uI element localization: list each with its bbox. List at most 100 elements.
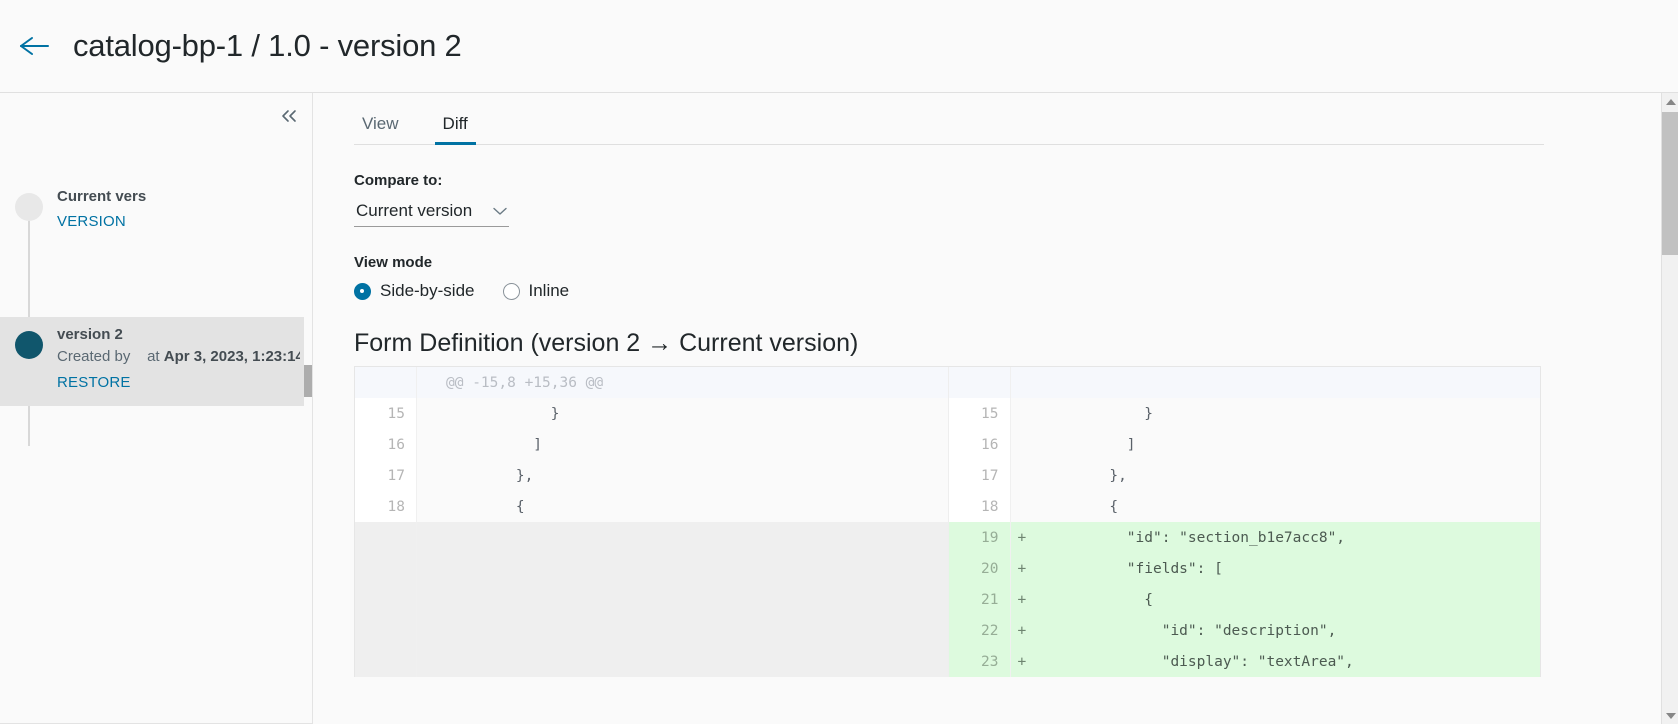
diff-side-right: 18 { bbox=[947, 491, 1540, 522]
diff-marker bbox=[417, 367, 442, 398]
created-date: Apr 3, 2023, 1:23:14 PM bbox=[163, 348, 300, 365]
page-body: Current vers VERSION version 2 Created b… bbox=[0, 92, 1678, 724]
sidebar-scrollbar[interactable] bbox=[304, 93, 312, 723]
page-title: catalog-bp-1 / 1.0 - version 2 bbox=[73, 28, 462, 63]
line-number: 19 bbox=[948, 522, 1011, 553]
radio-icon bbox=[502, 282, 520, 300]
view-mode-label: View mode bbox=[354, 254, 433, 271]
code-line: { bbox=[1039, 499, 1119, 515]
code-line: ] bbox=[446, 437, 543, 453]
diff-side-right: 19 + "id": "section_b1e7acc8", bbox=[947, 522, 1540, 553]
line-number: 17 bbox=[355, 460, 417, 491]
diff-row: 18 {18 { bbox=[355, 491, 1540, 522]
line-number bbox=[355, 615, 417, 646]
diff-side-left bbox=[355, 646, 948, 677]
line-number: 21 bbox=[948, 584, 1011, 615]
diff-side-right bbox=[947, 367, 1541, 398]
radio-label: Inline bbox=[528, 281, 570, 300]
diff-side-left: 17 }, bbox=[355, 460, 948, 491]
page-scrollbar[interactable] bbox=[1661, 93, 1678, 724]
diff-side-right: 23 + "display": "textArea", bbox=[947, 646, 1540, 677]
code-line: }, bbox=[446, 468, 534, 484]
line-number: 16 bbox=[355, 429, 417, 460]
compare-to-label: Compare to: bbox=[354, 172, 443, 189]
diff-marker bbox=[417, 522, 442, 553]
diff-side-left bbox=[355, 615, 948, 646]
diff-row: 15 } 15 } bbox=[355, 398, 1540, 429]
compare-to-select[interactable]: Current version bbox=[354, 198, 509, 227]
diff-row: @@ -15,8 +15,36 @@ bbox=[355, 367, 1540, 398]
diff-row: 17 }, 17 }, bbox=[355, 460, 1540, 491]
view-mode-radio-group: Side-by-side Inline bbox=[354, 281, 1678, 301]
code-line: { bbox=[1039, 592, 1153, 608]
line-number: 18 bbox=[948, 491, 1011, 522]
diff-row: 22 + "id": "description", bbox=[355, 615, 1540, 646]
diff-row: 21 + { bbox=[355, 584, 1540, 615]
line-number bbox=[355, 584, 417, 615]
code-line: "id": "section_b1e7acc8", bbox=[1039, 530, 1346, 546]
radio-inline[interactable]: Inline bbox=[502, 281, 570, 301]
diff-marker bbox=[417, 398, 442, 429]
diff-marker bbox=[417, 460, 442, 491]
compare-to-value: Current version bbox=[356, 201, 473, 220]
diff-marker bbox=[417, 429, 442, 460]
diff-marker bbox=[1011, 460, 1036, 491]
version-item-name: version 2 bbox=[57, 326, 123, 343]
line-number: 22 bbox=[948, 615, 1011, 646]
diff-marker: + bbox=[1017, 561, 1027, 577]
page-scrollbar-thumb[interactable] bbox=[1662, 112, 1678, 255]
line-number bbox=[355, 553, 417, 584]
version-item-version-2[interactable]: version 2 Created by at Apr 3, 2023, 1:2… bbox=[0, 317, 312, 406]
version-timeline: Current vers VERSION version 2 Created b… bbox=[0, 179, 312, 446]
line-number: 15 bbox=[948, 398, 1011, 429]
line-number bbox=[948, 367, 1011, 398]
page-header: catalog-bp-1 / 1.0 - version 2 bbox=[0, 0, 1678, 92]
line-number: 17 bbox=[948, 460, 1011, 491]
code-line: @@ -15,8 +15,36 @@ bbox=[446, 375, 604, 391]
code-line: "id": "description", bbox=[1039, 623, 1337, 639]
tab-view[interactable]: View bbox=[354, 114, 407, 144]
timeline-dot-icon bbox=[15, 331, 43, 359]
diff-row: 20 + "fields": [ bbox=[355, 553, 1540, 584]
code-line: { bbox=[446, 499, 525, 515]
line-number: 15 bbox=[355, 398, 417, 429]
restore-link[interactable]: RESTORE bbox=[57, 374, 131, 391]
diff-marker bbox=[417, 584, 442, 615]
diff-marker bbox=[417, 615, 442, 646]
tab-diff[interactable]: Diff bbox=[434, 114, 476, 145]
diff-marker: + bbox=[1017, 592, 1027, 608]
diff-side-right: 21 + { bbox=[947, 584, 1540, 615]
version-item-current[interactable]: Current vers VERSION bbox=[0, 179, 312, 245]
diff-marker: + bbox=[1017, 654, 1027, 670]
arrow-left-icon bbox=[20, 37, 49, 55]
diff-side-right: 15 } bbox=[947, 398, 1540, 429]
code-line: }, bbox=[1039, 468, 1127, 484]
line-number: 18 bbox=[355, 491, 417, 522]
version-link[interactable]: VERSION bbox=[57, 213, 126, 230]
diff-heading: Form Definition (version 2 → Current ver… bbox=[354, 329, 859, 357]
back-button[interactable] bbox=[14, 26, 54, 66]
radio-side-by-side[interactable]: Side-by-side bbox=[354, 281, 475, 301]
diff-marker bbox=[1011, 398, 1036, 429]
diff-side-left: 16 ] bbox=[355, 429, 948, 460]
created-by-label: Created by bbox=[57, 348, 131, 365]
code-line: "display": "textArea", bbox=[1039, 654, 1354, 670]
diff-marker bbox=[1011, 429, 1036, 460]
chevron-down-icon bbox=[493, 207, 507, 216]
diff-row: 23 + "display": "textArea", bbox=[355, 646, 1540, 677]
sidebar-scrollbar-thumb[interactable] bbox=[304, 365, 312, 397]
scroll-down-arrow-icon[interactable] bbox=[1662, 707, 1678, 724]
radio-icon bbox=[354, 282, 371, 300]
version-diff-page: catalog-bp-1 / 1.0 - version 2 Current v… bbox=[0, 0, 1678, 724]
collapse-sidebar-button[interactable] bbox=[274, 101, 304, 131]
diff-side-left bbox=[355, 584, 948, 615]
diff-side-left: 15 } bbox=[355, 398, 948, 429]
line-number: 16 bbox=[948, 429, 1011, 460]
scroll-up-arrow-icon[interactable] bbox=[1662, 93, 1678, 110]
line-number bbox=[355, 522, 417, 553]
line-number: 20 bbox=[948, 553, 1011, 584]
